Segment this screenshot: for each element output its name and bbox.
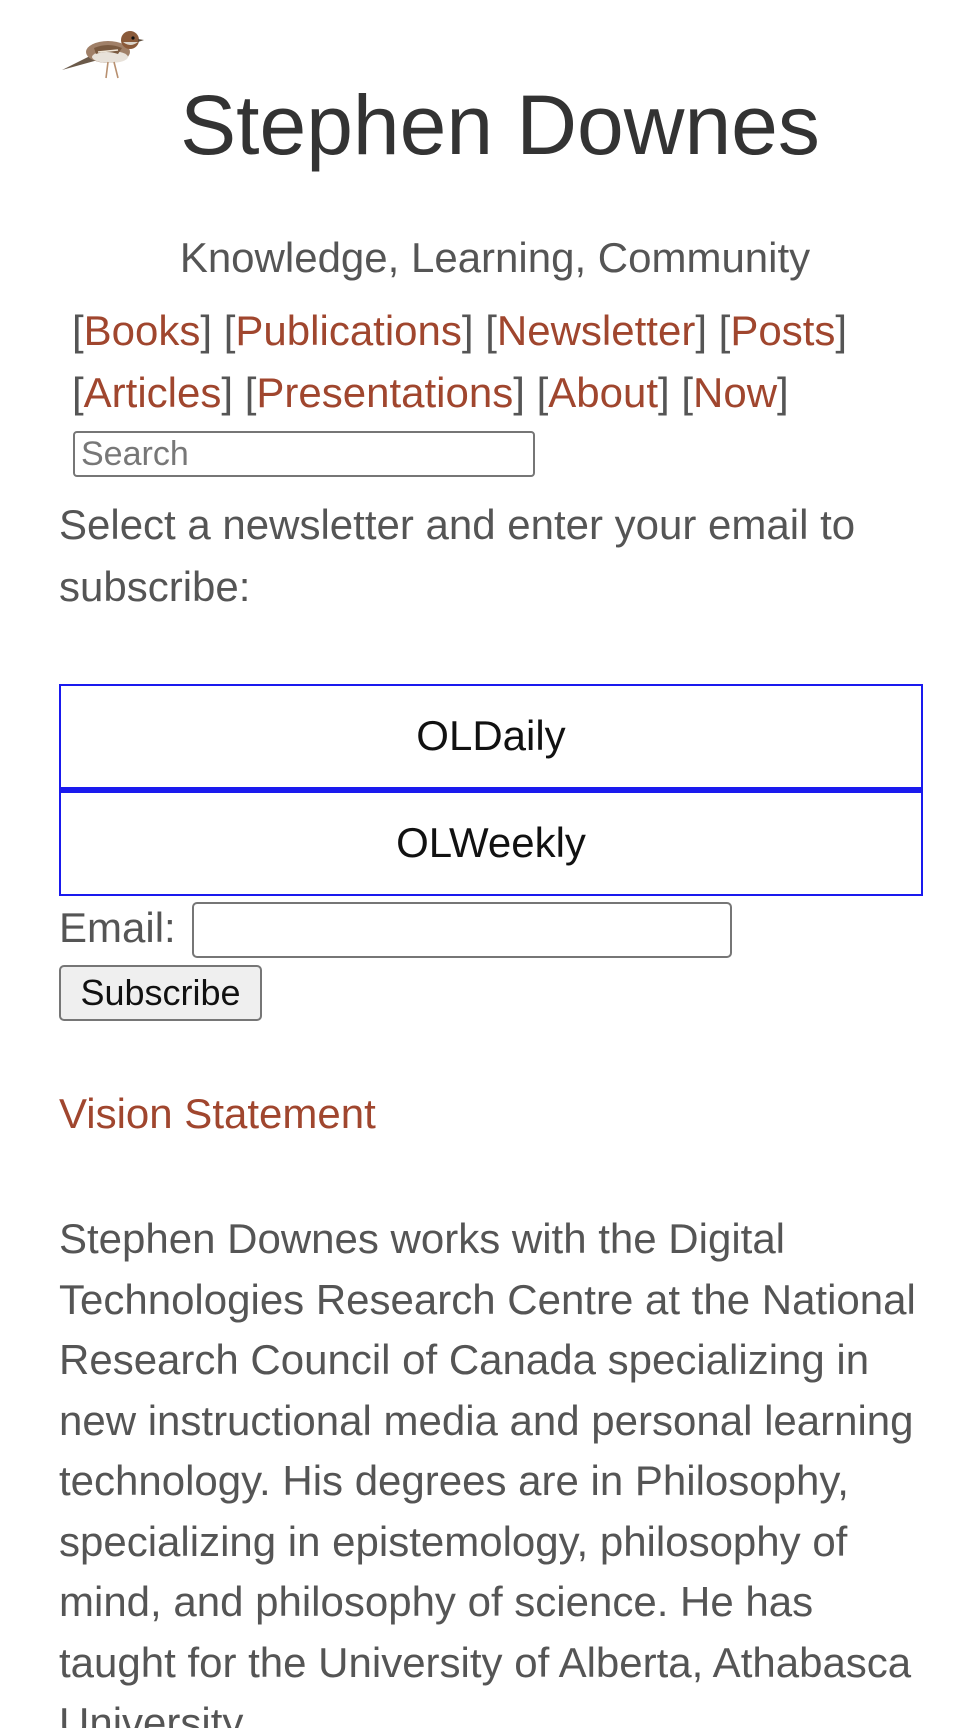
nav-bracket: [ [72,307,84,354]
nav-bracket: ] [658,369,670,416]
bio-paragraph: Stephen Downes works with the Digital Te… [59,1215,916,1728]
nav-link-articles[interactable]: Articles [84,369,222,416]
nav-bracket: [ [223,307,236,354]
nav-bracket: ] [777,369,789,416]
nav-bracket: ] [513,369,525,416]
nav-link-publications[interactable]: Publications [235,307,461,354]
nav-bracket: ] [461,307,474,354]
email-field[interactable] [192,902,732,958]
nav-bracket: [ [485,307,497,354]
nav-link-newsletter[interactable]: Newsletter [497,307,695,354]
newsletter-option-oldaily[interactable]: OLDaily [59,684,923,790]
vision-statement-link[interactable]: Vision Statement [59,1084,376,1144]
nav-link-posts[interactable]: Posts [730,307,835,354]
nav-bracket: [ [681,369,694,416]
subscribe-button[interactable]: Subscribe [59,965,262,1021]
newsletter-option-olweekly[interactable]: OLWeekly [59,790,923,896]
nav-bracket: ] [200,307,213,354]
main-nav: [Books] [Publications] [Newsletter] [Pos… [72,300,932,424]
nav-bracket: [ [244,369,257,416]
search-input[interactable] [73,431,535,477]
nav-bracket: [ [718,307,731,354]
nav-bracket: ] [221,369,234,416]
nav-link-about[interactable]: About [548,369,658,416]
nav-bracket: [ [536,369,549,416]
site-tagline: Knowledge, Learning, Community [179,234,811,281]
nav-bracket: [ [72,369,84,416]
page: Stephen Downes Knowledge, Learning, Comm… [0,0,972,1728]
site-title: Stephen Downes [180,78,820,172]
subscribe-intro: Select a newsletter and enter your email… [59,501,856,610]
nav-bracket: ] [695,307,707,354]
nav-link-books[interactable]: Books [84,307,201,354]
nav-bracket: ] [835,307,848,354]
nav-link-presentations[interactable]: Presentations [256,369,513,416]
email-label: Email: [59,904,176,951]
nav-link-now[interactable]: Now [693,369,777,416]
